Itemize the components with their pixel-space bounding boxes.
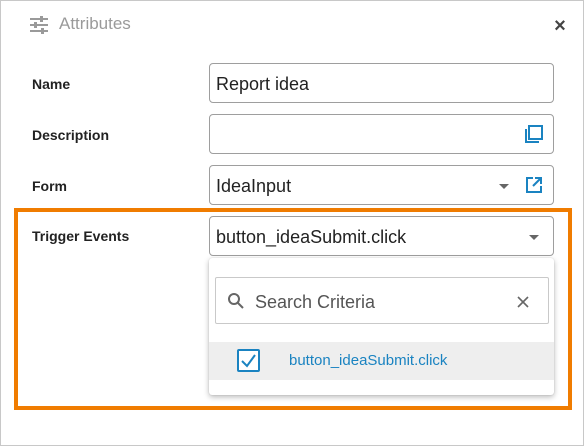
description-label: Description — [32, 127, 110, 143]
name-field[interactable]: Report idea — [209, 63, 554, 103]
trigger-events-select[interactable]: button_ideaSubmit.click — [209, 216, 554, 256]
checkmark-icon — [241, 354, 256, 368]
description-field[interactable] — [209, 114, 554, 154]
open-external-icon[interactable] — [524, 175, 544, 195]
search-placeholder: Search Criteria — [255, 292, 376, 312]
trigger-events-label: Trigger Events — [32, 228, 130, 244]
sliders-icon — [30, 16, 48, 34]
trigger-events-value: button_ideaSubmit.click — [216, 227, 407, 247]
expand-editor-icon[interactable] — [524, 124, 544, 144]
attributes-panel: Attributes × Name Report idea Descriptio… — [0, 0, 584, 446]
list-item[interactable]: button_ideaSubmit.click — [209, 342, 554, 380]
form-field[interactable]: IdeaInput — [209, 165, 554, 205]
form-label: Form — [32, 178, 67, 194]
panel-title: Attributes — [59, 14, 131, 33]
clear-icon[interactable] — [516, 295, 530, 309]
form-value: IdeaInput — [216, 176, 292, 196]
close-button[interactable]: × — [550, 15, 570, 37]
name-label: Name — [32, 76, 71, 92]
option-label: button_ideaSubmit.click — [289, 352, 448, 369]
checkbox[interactable] — [237, 349, 260, 372]
chevron-down-icon[interactable] — [494, 176, 514, 196]
search-icon — [228, 293, 244, 309]
trigger-events-dropdown: Search Criteria button_ideaSubmit.click — [209, 258, 554, 395]
chevron-down-icon[interactable] — [524, 227, 544, 247]
name-value: Report idea — [216, 74, 310, 94]
search-input[interactable]: Search Criteria — [215, 277, 549, 324]
